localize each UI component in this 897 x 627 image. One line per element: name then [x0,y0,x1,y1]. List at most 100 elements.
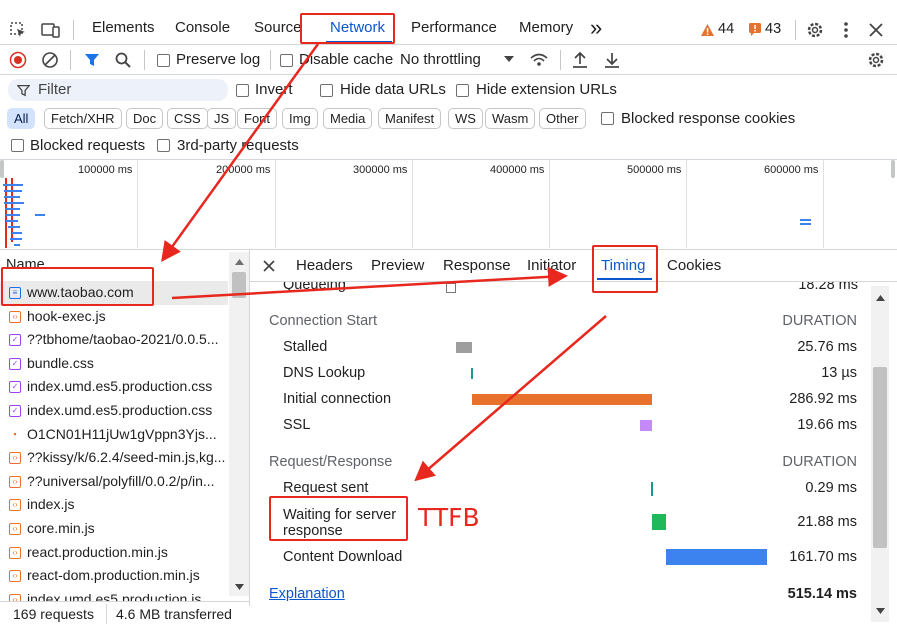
search-icon[interactable] [113,50,133,70]
detail-tab-initiator[interactable]: Initiator [527,257,576,274]
type-chip-css[interactable]: CSS [167,108,208,129]
request-row[interactable]: ‹› hook-exec.js [0,305,228,329]
hide-extension-urls-checkbox[interactable] [456,84,469,97]
request-list-scroll-thumb[interactable] [232,272,246,298]
tab-elements[interactable]: Elements [92,19,155,36]
scroll-up-arrow-icon[interactable] [233,257,245,267]
detail-tab-cookies[interactable]: Cookies [667,257,721,274]
annotation-box-www-taobao-com [1,267,154,306]
explanation-link[interactable]: Explanation [269,586,345,602]
transferred-size: 4.6 MB transferred [116,606,232,622]
control-bar-bottom-border [0,74,897,75]
warning-icon[interactable] [700,22,715,37]
overview-timeline[interactable] [0,160,897,249]
request-name: core.min.js [27,520,95,536]
request-row[interactable]: ✓ index.umd.es5.production.css [0,399,228,423]
invert-checkbox[interactable] [236,84,249,97]
tab-performance[interactable]: Performance [411,19,497,36]
type-chip-wasm[interactable]: Wasm [485,108,536,129]
filter-funnel-icon[interactable] [82,50,102,70]
request-row[interactable]: ‹› react-dom.production.min.js [0,564,228,588]
export-har-icon[interactable] [602,50,622,70]
filter-icon [16,83,30,97]
toolbar-divider [144,50,145,70]
overview-right-handle[interactable] [891,160,895,178]
overview-gridline [686,160,687,248]
network-conditions-icon[interactable] [528,50,550,70]
type-chip-js[interactable]: JS [207,108,237,129]
device-toolbar-icon[interactable] [40,20,62,40]
request-row[interactable]: ✓ bundle.css [0,352,228,376]
preserve-log-label: Preserve log [176,51,261,68]
overview-gridline [823,160,824,248]
request-row[interactable]: ‹› ??universal/polyfill/0.0.2/p/in... [0,470,228,494]
filter-placeholder: Filter [38,81,72,98]
ssl-value: 19.66 ms [797,417,857,433]
request-row[interactable]: ✓ ??tbhome/taobao-2021/0.0.5... [0,328,228,352]
type-chip-fetch-xhr[interactable]: Fetch/XHR [44,108,122,129]
blocked-response-cookies-checkbox[interactable] [601,112,614,125]
overview-request-bars [3,178,45,248]
import-har-icon[interactable] [570,50,590,70]
request-row[interactable]: ✓ index.umd.es5.production.css [0,375,228,399]
request-row[interactable]: ‹› core.min.js [0,517,228,541]
tab-sources[interactable]: Sources [254,19,300,36]
type-chip-media[interactable]: Media [323,108,373,129]
type-chip-all[interactable]: All [7,108,36,129]
request-row[interactable]: ‹› ??kissy/k/6.2.4/seed-min.js,kg... [0,446,228,470]
tab-console[interactable]: Console [175,19,230,36]
request-name: bundle.css [27,354,94,371]
request-row[interactable]: ‹› index.js [0,493,228,517]
type-chip-img[interactable]: Img [282,108,318,129]
request-name: hook-exec.js [27,307,106,324]
detail-scroll-up-arrow-icon[interactable] [874,293,886,303]
request-name: ??tbhome/taobao-2021/0.0.5... [27,331,219,348]
toolbar-divider [795,20,796,40]
more-tabs-button[interactable]: » [590,15,602,41]
request-row[interactable]: ‹› react.production.min.js [0,541,228,565]
detail-tab-preview[interactable]: Preview [371,257,424,274]
throttling-select[interactable]: No throttling [400,51,481,68]
request-name: index.js [27,496,75,513]
record-stop-icon[interactable] [8,50,28,70]
chevron-down-icon[interactable] [503,53,515,65]
js-file-icon: ‹› [9,475,21,488]
scroll-down-arrow-icon[interactable] [233,582,245,592]
settings-gear-icon[interactable] [805,20,825,40]
annotation-box-waiting-row [269,496,408,541]
toolbar-divider [73,20,74,40]
detail-scroll-thumb[interactable] [873,367,887,548]
inspect-element-icon[interactable] [8,20,28,40]
type-chip-font[interactable]: Font [237,108,278,129]
third-party-requests-checkbox[interactable] [157,139,170,152]
initial-connection-value: 286.92 ms [789,391,857,407]
close-devtools-icon[interactable] [866,20,886,40]
type-chip-ws[interactable]: WS [448,108,483,129]
request-name: ??universal/polyfill/0.0.2/p/in... [27,472,215,489]
issues-icon[interactable] [748,22,762,36]
request-row[interactable]: ▪ O1CN01H11jUw1gVppn3Yjs... [0,423,228,447]
connection-start-heading: Connection Start [269,313,378,329]
blocked-requests-checkbox[interactable] [11,139,24,152]
ttfb-annotation-label: TTFB [418,503,480,532]
type-chip-other[interactable]: Other [539,108,586,129]
request-list-scrollbar[interactable] [229,252,249,596]
disable-cache-checkbox[interactable] [280,54,293,67]
queueing-bar [446,283,456,293]
img-file-icon: ▪ [13,428,17,439]
type-chip-manifest[interactable]: Manifest [378,108,442,129]
tab-memory[interactable]: Memory [519,19,573,36]
queueing-value: 18.28 ms [798,282,858,293]
hide-data-urls-checkbox[interactable] [320,84,333,97]
type-chip-doc[interactable]: Doc [126,108,164,129]
detail-tab-headers[interactable]: Headers [296,257,353,274]
detail-scroll-down-arrow-icon[interactable] [874,606,886,616]
toolbar-bottom-border [0,44,897,45]
network-settings-gear-icon[interactable] [866,50,886,70]
close-detail-icon[interactable] [261,258,277,274]
stalled-value: 25.76 ms [797,339,857,355]
more-options-icon[interactable] [838,20,854,40]
preserve-log-checkbox[interactable] [157,54,170,67]
detail-tab-response[interactable]: Response [443,257,511,274]
clear-log-icon[interactable] [40,50,60,70]
